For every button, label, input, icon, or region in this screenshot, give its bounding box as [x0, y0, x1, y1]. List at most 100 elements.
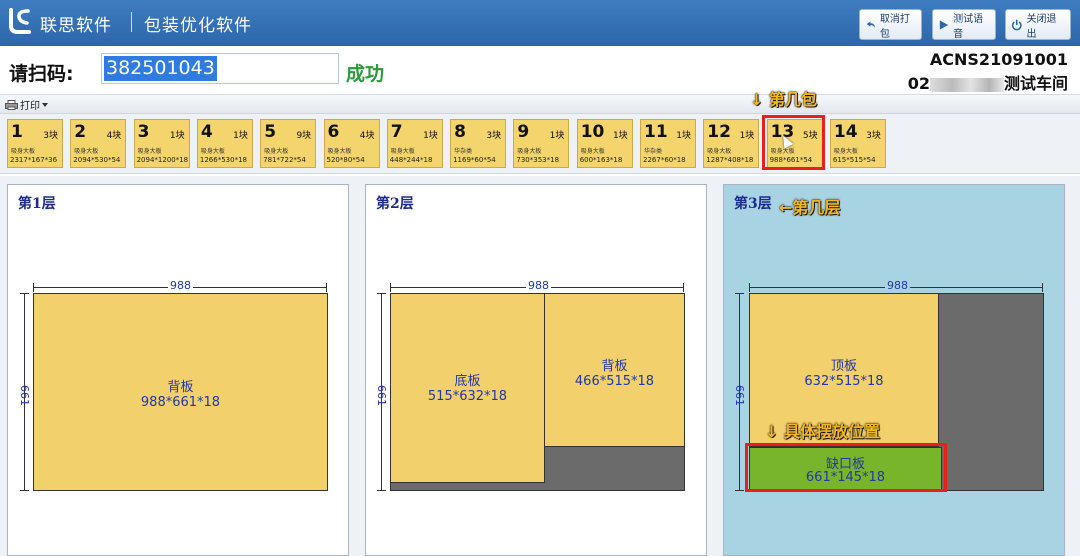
package-type: 华杂类 — [454, 148, 473, 155]
package-tile-6[interactable]: 6 4块 吸身大板 520*80*54 — [323, 119, 380, 168]
scan-status: 成功 — [346, 63, 385, 85]
package-tile-9[interactable]: 9 1块 吸身大板 730*353*18 — [513, 119, 570, 168]
print-label: 打印 — [20, 101, 40, 112]
piece-name: 顶板 — [830, 359, 857, 374]
package-dimensions: 1266*530*18 — [199, 156, 247, 164]
package-dimensions: 2094*1200*18 — [136, 156, 189, 164]
play-icon — [939, 19, 949, 30]
logo-icon — [9, 8, 31, 34]
cancel-pack-button[interactable]: 取消打包 — [859, 9, 922, 40]
height-label: 661 — [733, 385, 746, 406]
piece-size: 466*515*18 — [574, 374, 655, 389]
layer-panel-1[interactable]: 第1层 988 661 背板 988*661*18 — [7, 184, 349, 556]
placement-highlight — [745, 443, 947, 492]
package-number: 6 — [327, 122, 340, 142]
scan-input[interactable]: 382501043 — [101, 53, 339, 84]
piece-name: 底板 — [454, 374, 481, 389]
package-count: 3块 — [43, 131, 58, 141]
width-label: 988 — [885, 279, 910, 292]
package-number: 8 — [454, 122, 466, 142]
blurred-text — [929, 77, 1004, 92]
package-type: 吸身大板 — [390, 148, 415, 155]
package-dimensions: 781*722*54 — [263, 156, 306, 164]
package-dimensions: 2267*60*18 — [643, 156, 686, 164]
package-tile-14[interactable]: 14 3块 吸身大板 615*515*54 — [829, 119, 886, 168]
package-number: 9 — [517, 122, 530, 142]
width-label: 988 — [168, 279, 193, 292]
piece-size: 515*632*18 — [427, 389, 508, 404]
package-number: 7 — [390, 122, 403, 142]
workshop-name: 02 测试车间 — [908, 70, 1068, 94]
package-number: 14 — [833, 122, 858, 142]
workshop-suffix: 测试车间 — [1003, 74, 1068, 93]
package-tile-11[interactable]: 11 1块 华杂类 2267*60*18 — [640, 119, 696, 168]
package-count: 1块 — [612, 131, 628, 141]
package-type: 华杂类 — [644, 148, 663, 155]
package-tile-5[interactable]: 5 9块 吸身大板 781*722*54 — [260, 119, 317, 168]
layer-title: 第3层 — [734, 196, 772, 212]
brand-name: 联思软件 — [40, 16, 112, 36]
board-piece: 底板 515*632*18 — [390, 293, 545, 483]
package-count: 3块 — [486, 131, 502, 141]
package-count: 1块 — [423, 131, 438, 141]
package-tile-8[interactable]: 8 3块 华杂类 1169*60*54 — [450, 119, 507, 168]
package-tile-3[interactable]: 3 1块 吸身大板 2094*1200*18 — [133, 119, 190, 168]
selected-package-highlight — [762, 115, 825, 170]
package-tile-10[interactable]: 10 1块 吸身大板 600*163*18 — [576, 119, 633, 168]
power-icon — [1011, 19, 1022, 30]
piece-name: 背板 — [601, 359, 628, 374]
package-tile-7[interactable]: 7 1块吸身大板 448*244*18 — [386, 119, 443, 168]
package-tile-1[interactable]: 1 3块 吸身大板 2317*167*36 — [7, 119, 63, 168]
package-number: 11 — [644, 122, 668, 142]
exit-button[interactable]: 关闭退出 — [1005, 9, 1071, 40]
board-piece: 背板 466*515*18 — [544, 293, 685, 447]
package-type: 吸身大板 — [200, 148, 225, 155]
package-number: 3 — [137, 122, 150, 142]
piece-size: 988*661*18 — [140, 395, 221, 410]
package-count: 1块 — [233, 131, 248, 141]
layer-panel-2[interactable]: 第2层 988 661 底板 515*632*18 背板 466*515*18 — [365, 184, 707, 556]
height-label: 661 — [375, 385, 388, 406]
piece-size: 632*515*18 — [804, 374, 884, 389]
scan-input-value: 382501043 — [104, 56, 217, 81]
app-title: 包装优化软件 — [144, 16, 252, 36]
package-type: 吸身大板 — [327, 148, 352, 155]
package-dimensions: 2317*167*36 — [10, 156, 58, 164]
package-type: 吸身大板 — [517, 148, 542, 155]
package-strip: 1 3块 吸身大板 2317*167*36 2 4块 吸身大板 2094*530*54 3 1块吸… — [0, 114, 1080, 174]
package-dimensions: 448*244*18 — [389, 156, 433, 164]
package-dimensions: 730*353*18 — [516, 156, 560, 164]
scan-row: 请扫码: 382501043 成功 ACNS21091001 02 测试车间 — [0, 46, 1080, 94]
piece-name: 背板 — [167, 380, 194, 395]
package-count: 3块 — [866, 131, 881, 141]
height-label: 661 — [18, 385, 31, 406]
package-count: 1块 — [549, 131, 565, 141]
which-layer-annotation: ←第几层 — [779, 198, 841, 217]
package-tile-12[interactable]: 12 1块 吸身大板 1287*408*18 — [703, 119, 760, 168]
test-voice-button[interactable]: 测试语音 — [932, 9, 996, 40]
package-type: 吸身大板 — [580, 148, 605, 155]
package-dimensions: 2094*530*54 — [73, 156, 121, 164]
package-dimensions: 520*80*54 — [326, 156, 365, 164]
package-count: 4块 — [359, 131, 375, 141]
printer-icon — [5, 99, 18, 110]
package-type: 吸身大板 — [11, 148, 36, 155]
print-button[interactable]: 打印 — [5, 97, 48, 112]
package-dimensions: 1287*408*18 — [706, 156, 754, 164]
package-number: 4 — [200, 122, 213, 142]
exit-label: 关闭退出 — [1026, 13, 1057, 40]
layer-panel-3[interactable]: 第3层 988 661 顶板 632*515*18 缺口板 661*145*18 — [723, 184, 1065, 556]
test-voice-label: 测试语音 — [953, 13, 984, 40]
package-count: 1块 — [169, 131, 185, 141]
workshop-prefix: 02 — [907, 74, 930, 93]
print-toolbar: 打印 — [0, 94, 1080, 114]
cancel-pack-label: 取消打包 — [879, 13, 910, 40]
package-tile-2[interactable]: 2 4块 吸身大板 2094*530*54 — [70, 119, 127, 168]
package-tile-4[interactable]: 4 1块吸身大板 1266*530*18 — [196, 119, 253, 168]
width-label: 988 — [526, 279, 551, 292]
package-count: 1块 — [739, 131, 755, 141]
package-count: 9块 — [296, 131, 312, 141]
placement-annotation: ↓ 具体摆放位置 — [765, 422, 880, 441]
package-number: 1 — [11, 122, 23, 142]
undo-icon — [866, 20, 875, 28]
